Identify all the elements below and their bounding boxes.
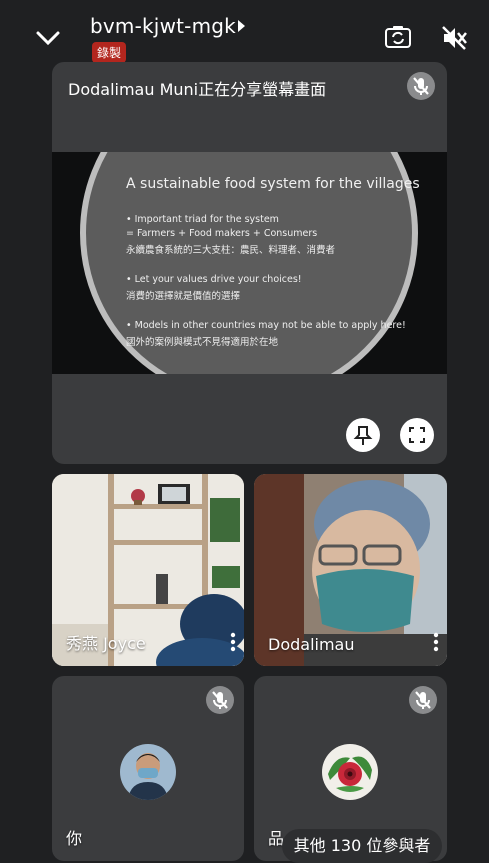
participant-tile[interactable]: Dodalimau	[254, 474, 447, 666]
slide-title: A sustainable food system for the villag…	[126, 176, 420, 192]
pin-icon	[353, 426, 373, 445]
more-options-icon[interactable]	[433, 632, 439, 652]
participant-tile[interactable]: 你	[52, 676, 244, 861]
slide-line: 永續農食系統的三大支柱：農民、料理者、消費者	[126, 245, 336, 256]
participant-name: Dodalimau	[268, 635, 355, 654]
participant-tile[interactable]: 秀燕 Joyce	[52, 474, 244, 666]
slide-line: 國外的案例與模式不見得適用於在地	[126, 337, 279, 348]
avatar	[120, 744, 176, 800]
other-participants-button[interactable]: 其他 130 位參與者	[282, 829, 442, 863]
shared-screen: A sustainable food system for the villag…	[52, 152, 447, 374]
recording-badge: 錄製	[92, 42, 127, 63]
slide-line: • Models in other countries may not be a…	[126, 320, 406, 331]
slide-line: 消費的選擇就是價值的選擇	[126, 291, 241, 302]
chevron-down-icon[interactable]	[34, 26, 62, 50]
mic-off-icon	[409, 686, 437, 714]
participant-name: 秀燕 Joyce	[66, 634, 146, 653]
switch-camera-icon[interactable]	[384, 24, 412, 50]
meeting-code[interactable]: bvm-kjwt-mgk	[90, 14, 236, 38]
avatar	[322, 744, 378, 800]
speaker-muted-icon[interactable]	[440, 24, 468, 52]
fullscreen-icon	[409, 427, 425, 443]
presenter-title: Dodalimau Muni正在分享螢幕畫面	[68, 80, 327, 99]
fullscreen-button[interactable]	[400, 418, 434, 452]
more-options-icon[interactable]	[230, 632, 236, 652]
participant-name: 你	[66, 829, 83, 848]
mic-off-icon	[407, 72, 435, 100]
pin-button[interactable]	[346, 418, 380, 452]
screen-share-tile[interactable]: Dodalimau Muni正在分享螢幕畫面 A sustainable foo…	[52, 62, 447, 464]
top-bar: bvm-kjwt-mgk 錄製	[0, 0, 489, 63]
mic-off-icon	[206, 686, 234, 714]
slide-line: = Farmers + Food makers + Consumers	[126, 228, 318, 239]
slide-line: • Important triad for the system	[126, 214, 279, 225]
meeting-details-caret-icon[interactable]	[238, 20, 245, 32]
slide-line: • Let your values drive your choices!	[126, 274, 302, 285]
